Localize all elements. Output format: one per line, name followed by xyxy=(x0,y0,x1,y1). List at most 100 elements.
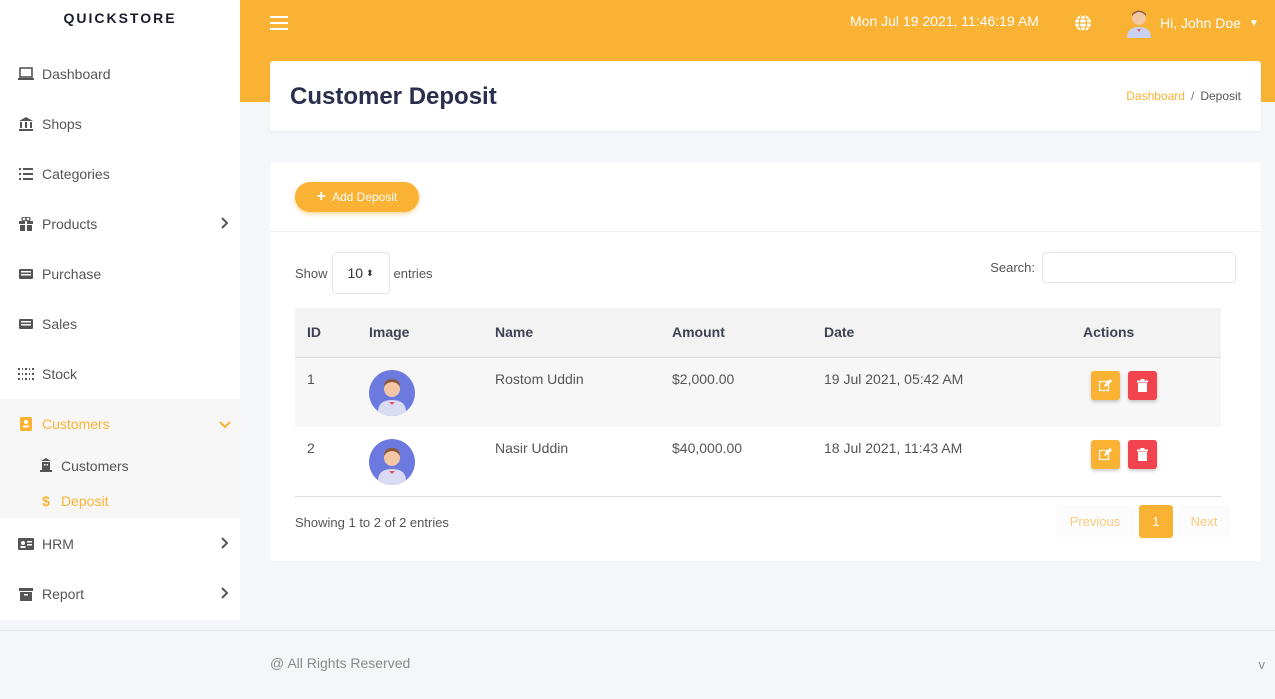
submenu-item-label: Customers xyxy=(61,458,129,474)
sidebar-item-label: Report xyxy=(42,586,85,602)
customers-submenu: Customers $ Deposit xyxy=(0,448,240,518)
sidebar-item-dashboard[interactable]: Dashboard xyxy=(0,49,240,99)
page-header: Customer Deposit Dashboard / Deposit xyxy=(270,61,1261,131)
menu-toggle-icon[interactable] xyxy=(270,16,288,30)
cell-id: 2 xyxy=(307,440,315,456)
sidebar-item-shops[interactable]: Shops xyxy=(0,99,240,149)
add-deposit-label: Add Deposit xyxy=(331,190,398,204)
customer-avatar xyxy=(369,439,415,485)
chevron-right-icon xyxy=(210,216,240,232)
edit-icon xyxy=(1099,379,1112,392)
sort-arrows-icon: ⬍ xyxy=(366,267,374,278)
cell-amount: $2,000.00 xyxy=(672,371,735,387)
column-header-actions: Actions xyxy=(1083,324,1135,340)
address-book-icon xyxy=(18,416,34,432)
sidebar-item-label: Products xyxy=(42,216,98,232)
sidebar: QUICKSTORE Dashboard Shops Categories Pr… xyxy=(0,0,240,620)
building-icon xyxy=(38,457,54,475)
sidebar-item-customers[interactable]: Customers xyxy=(0,399,240,449)
column-header-date[interactable]: Date xyxy=(824,324,854,340)
sidebar-item-label: Dashboard xyxy=(42,66,111,82)
entries-label: entries xyxy=(393,265,433,281)
add-deposit-button[interactable]: + Add Deposit xyxy=(295,182,419,212)
user-greeting: Hi, John Doe xyxy=(1160,15,1241,31)
entries-select[interactable]: 10 ⬍ xyxy=(331,252,390,294)
sidebar-item-report[interactable]: Report xyxy=(0,569,240,619)
chevron-right-icon xyxy=(210,586,240,602)
id-card-icon xyxy=(18,536,34,552)
list-icon xyxy=(18,166,34,182)
column-header-image[interactable]: Image xyxy=(369,324,409,340)
sidebar-item-label: HRM xyxy=(42,536,74,552)
page-title: Customer Deposit xyxy=(290,83,497,110)
deposit-table: ID Image Name Amount Date Actions 1 Rost… xyxy=(295,308,1221,496)
chevron-right-icon xyxy=(210,536,240,552)
cell-name: Rostom Uddin xyxy=(495,371,584,387)
show-label: Show xyxy=(295,265,328,281)
sidebar-item-sales[interactable]: Sales xyxy=(0,299,240,349)
gift-icon xyxy=(18,216,34,232)
cell-id: 1 xyxy=(307,371,315,387)
globe-icon[interactable] xyxy=(1074,14,1092,32)
plus-icon: + xyxy=(316,188,326,205)
pagination-page-1[interactable]: 1 xyxy=(1139,505,1173,538)
sidebar-item-purchase[interactable]: Purchase xyxy=(0,249,240,299)
sidebar-item-stock[interactable]: Stock xyxy=(0,349,240,399)
customer-avatar xyxy=(369,370,415,416)
user-menu[interactable]: Hi, John Doe ▼ xyxy=(1124,8,1259,38)
entries-select-value: 10 xyxy=(347,265,364,281)
sidebar-item-categories[interactable]: Categories xyxy=(0,149,240,199)
sidebar-item-label: Customers xyxy=(42,416,110,432)
footer-copyright: @ All Rights Reserved xyxy=(270,655,411,671)
trash-icon xyxy=(1137,448,1148,461)
pagination-previous[interactable]: Previous xyxy=(1056,505,1134,538)
column-header-amount[interactable]: Amount xyxy=(672,324,725,340)
barcode-icon xyxy=(18,366,34,382)
caret-down-icon: ▼ xyxy=(1248,17,1259,29)
footer: @ All Rights Reserved v xyxy=(0,630,1275,699)
footer-version: v xyxy=(1258,657,1266,672)
brand-logo: QUICKSTORE xyxy=(63,10,177,26)
search-input[interactable] xyxy=(1042,252,1236,283)
trash-icon xyxy=(1137,379,1148,392)
archive-icon xyxy=(18,586,34,602)
receipt-icon xyxy=(18,266,34,282)
cell-name: Nasir Uddin xyxy=(495,440,569,456)
search-label: Search: xyxy=(990,260,1035,275)
submenu-item-customers[interactable]: Customers xyxy=(38,454,129,478)
delete-button[interactable] xyxy=(1128,440,1157,469)
sidebar-item-label: Purchase xyxy=(42,266,102,282)
breadcrumb-current: Deposit xyxy=(1200,89,1241,103)
bank-icon xyxy=(18,116,34,132)
sidebar-item-hrm[interactable]: HRM xyxy=(0,519,240,569)
delete-button[interactable] xyxy=(1128,371,1157,400)
column-header-id[interactable]: ID xyxy=(307,324,321,340)
table-row: 2 Nasir Uddin $40,000.00 18 Jul 2021, 11… xyxy=(295,427,1221,496)
table-info: Showing 1 to 2 of 2 entries xyxy=(295,515,449,530)
sidebar-item-label: Sales xyxy=(42,316,78,332)
sidebar-item-products[interactable]: Products xyxy=(0,199,240,249)
breadcrumb-separator: / xyxy=(1190,89,1195,103)
edit-button[interactable] xyxy=(1091,371,1120,400)
cell-amount: $40,000.00 xyxy=(672,440,743,456)
submenu-item-deposit[interactable]: $ Deposit xyxy=(38,489,108,513)
cell-date: 19 Jul 2021, 05:42 AM xyxy=(824,371,964,387)
column-header-name[interactable]: Name xyxy=(495,324,533,340)
entries-length-control: Show 10 ⬍ entries xyxy=(295,252,433,294)
breadcrumb: Dashboard / Deposit xyxy=(1126,89,1241,103)
submenu-item-label: Deposit xyxy=(61,493,109,509)
edit-button[interactable] xyxy=(1091,440,1120,469)
receipt-icon xyxy=(18,316,34,332)
pagination-next[interactable]: Next xyxy=(1178,505,1230,538)
deposit-card: + Add Deposit Show 10 ⬍ entries Search: … xyxy=(270,162,1261,561)
dollar-icon: $ xyxy=(42,493,50,509)
table-row: 1 Rostom Uddin $2,000.00 19 Jul 2021, 05… xyxy=(295,358,1221,427)
pagination: Previous 1 Next xyxy=(1056,505,1235,538)
edit-icon xyxy=(1099,448,1112,461)
card-toolbar: + Add Deposit xyxy=(270,162,1261,232)
sidebar-item-label: Shops xyxy=(42,116,82,132)
chevron-down-icon xyxy=(210,416,240,432)
table-bottom-divider xyxy=(295,496,1221,497)
breadcrumb-link-dashboard[interactable]: Dashboard xyxy=(1126,89,1185,103)
current-datetime: Mon Jul 19 2021, 11:46:19 AM xyxy=(850,13,1039,29)
